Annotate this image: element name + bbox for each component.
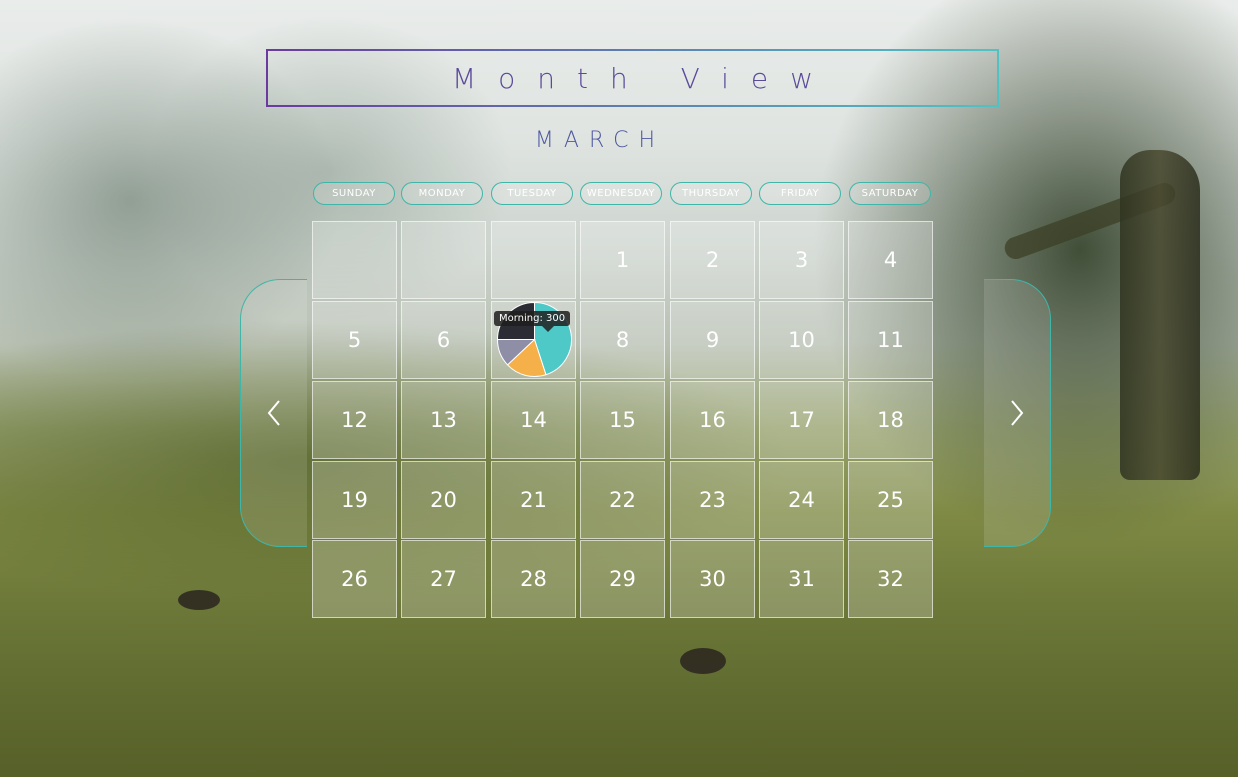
day-cell[interactable]: 30: [670, 540, 755, 618]
day-cell[interactable]: 25: [848, 461, 933, 539]
background-rock: [178, 590, 220, 610]
empty-day-cell: [401, 221, 486, 299]
day-cell[interactable]: 15: [580, 381, 665, 459]
month-name: MARCH: [534, 128, 666, 153]
weekday-label: FRIDAY: [759, 182, 841, 205]
day-cell[interactable]: 26: [312, 540, 397, 618]
day-cell[interactable]: 3: [759, 221, 844, 299]
day-cell[interactable]: 24: [759, 461, 844, 539]
day-cell[interactable]: 2: [670, 221, 755, 299]
day-cell[interactable]: 1: [580, 221, 665, 299]
weekday-label: SATURDAY: [849, 182, 931, 205]
day-cell[interactable]: 20: [401, 461, 486, 539]
day-cell[interactable]: 17: [759, 381, 844, 459]
day-cell[interactable]: 13: [401, 381, 486, 459]
day-cell[interactable]: 5: [312, 301, 397, 379]
weekday-label: SUNDAY: [313, 182, 395, 205]
weekday-label: TUESDAY: [491, 182, 573, 205]
day-cell[interactable]: 31: [759, 540, 844, 618]
day-cell[interactable]: 4: [848, 221, 933, 299]
day-cell[interactable]: 11: [848, 301, 933, 379]
day-cell[interactable]: 14: [491, 381, 576, 459]
day-cell[interactable]: 23: [670, 461, 755, 539]
day-cell[interactable]: 29: [580, 540, 665, 618]
day-cell[interactable]: 21: [491, 461, 576, 539]
page-title: Month View: [451, 61, 836, 95]
chevron-left-icon: [267, 400, 280, 426]
day-cell[interactable]: 10: [759, 301, 844, 379]
chart-tooltip: Morning: 300: [494, 311, 571, 332]
next-month-button[interactable]: [984, 279, 1051, 547]
day-cell[interactable]: 22: [580, 461, 665, 539]
weekday-label: MONDAY: [401, 182, 483, 205]
weekday-label: THURSDAY: [670, 182, 752, 205]
day-cell[interactable]: 8: [580, 301, 665, 379]
empty-day-cell: [312, 221, 397, 299]
background-tree-trunk: [1120, 150, 1200, 480]
day-cell[interactable]: 6: [401, 301, 486, 379]
day-cell[interactable]: 28: [491, 540, 576, 618]
day-cell[interactable]: 19: [312, 461, 397, 539]
day-cell[interactable]: 12: [312, 381, 397, 459]
chevron-right-icon: [1011, 400, 1024, 426]
day-cell[interactable]: 32: [848, 540, 933, 618]
day-cell[interactable]: 18: [848, 381, 933, 459]
prev-month-button[interactable]: [240, 279, 307, 547]
empty-day-cell: [491, 221, 576, 299]
day-cell[interactable]: 27: [401, 540, 486, 618]
background-rock: [680, 648, 726, 674]
day-cell[interactable]: 9: [670, 301, 755, 379]
day-cell[interactable]: 16: [670, 381, 755, 459]
weekday-label: WEDNESDAY: [580, 182, 662, 205]
title-box: Month View: [266, 49, 999, 107]
